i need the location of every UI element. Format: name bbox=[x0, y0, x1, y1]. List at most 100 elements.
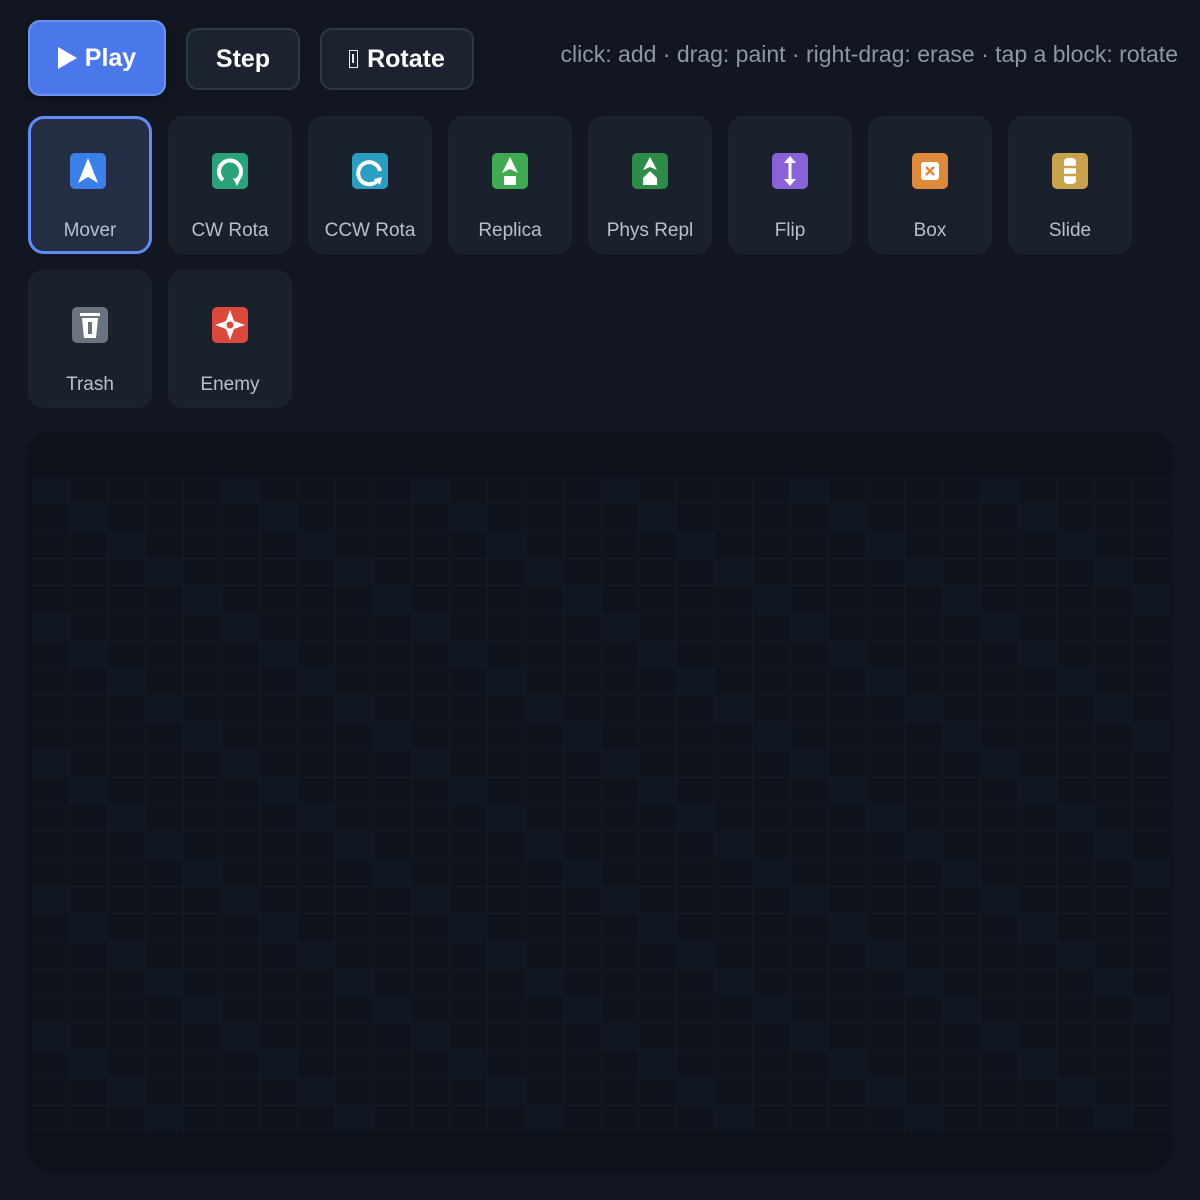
board-cell[interactable] bbox=[867, 1078, 905, 1105]
board-cell[interactable] bbox=[601, 723, 639, 750]
board-cell[interactable] bbox=[107, 1105, 145, 1132]
board-cell[interactable] bbox=[525, 477, 563, 504]
board-cell[interactable] bbox=[183, 777, 221, 804]
board-cell[interactable] bbox=[1057, 477, 1095, 504]
board-cell[interactable] bbox=[829, 887, 867, 914]
board-cell[interactable] bbox=[1095, 723, 1133, 750]
board-cell[interactable] bbox=[1019, 1078, 1057, 1105]
board-cell[interactable] bbox=[1019, 559, 1057, 586]
board-cell[interactable] bbox=[867, 1023, 905, 1050]
board-cell[interactable] bbox=[69, 613, 107, 640]
board-cell[interactable] bbox=[69, 668, 107, 695]
board-cell[interactable] bbox=[943, 1051, 981, 1078]
board-cell[interactable] bbox=[867, 777, 905, 804]
board-cell[interactable] bbox=[1095, 805, 1133, 832]
board-cell[interactable] bbox=[677, 832, 715, 859]
board-cell[interactable] bbox=[335, 996, 373, 1023]
board-cell[interactable] bbox=[335, 969, 373, 996]
board-cell[interactable] bbox=[981, 1023, 1019, 1050]
board-cell[interactable] bbox=[677, 641, 715, 668]
board-cell[interactable] bbox=[297, 1105, 335, 1132]
board-cell[interactable] bbox=[829, 1078, 867, 1105]
board-cell[interactable] bbox=[487, 1105, 525, 1132]
board-cell[interactable] bbox=[1133, 641, 1170, 668]
board-cell[interactable] bbox=[335, 695, 373, 722]
board-cell[interactable] bbox=[145, 941, 183, 968]
board-cell[interactable] bbox=[715, 586, 753, 613]
board-cell[interactable] bbox=[677, 723, 715, 750]
board-cell[interactable] bbox=[221, 559, 259, 586]
board-cell[interactable] bbox=[1133, 832, 1170, 859]
board-cell[interactable] bbox=[1095, 750, 1133, 777]
board-cell[interactable] bbox=[449, 531, 487, 558]
board-cell[interactable] bbox=[601, 969, 639, 996]
board-cell[interactable] bbox=[373, 641, 411, 668]
board-cell[interactable] bbox=[32, 531, 69, 558]
board-cell[interactable] bbox=[639, 613, 677, 640]
board-cell[interactable] bbox=[905, 723, 943, 750]
board-cell[interactable] bbox=[1095, 996, 1133, 1023]
board-cell[interactable] bbox=[32, 1078, 69, 1105]
board-cell[interactable] bbox=[1019, 1051, 1057, 1078]
palette-tile-phys-repl[interactable]: Phys Repl bbox=[588, 116, 712, 254]
board-cell[interactable] bbox=[107, 586, 145, 613]
board-cell[interactable] bbox=[1057, 859, 1095, 886]
board-cell[interactable] bbox=[905, 1078, 943, 1105]
board-cell[interactable] bbox=[183, 1023, 221, 1050]
board-cell[interactable] bbox=[487, 996, 525, 1023]
board-cell[interactable] bbox=[639, 941, 677, 968]
board-cell[interactable] bbox=[981, 859, 1019, 886]
board-cell[interactable] bbox=[221, 723, 259, 750]
board-cell[interactable] bbox=[107, 750, 145, 777]
board-cell[interactable] bbox=[905, 641, 943, 668]
board-cell[interactable] bbox=[373, 1105, 411, 1132]
board-cell[interactable] bbox=[1057, 504, 1095, 531]
board-cell[interactable] bbox=[1057, 1051, 1095, 1078]
board-cell[interactable] bbox=[829, 1051, 867, 1078]
board-cell[interactable] bbox=[753, 586, 791, 613]
board-cell[interactable] bbox=[677, 531, 715, 558]
board-cell[interactable] bbox=[449, 723, 487, 750]
board-cell[interactable] bbox=[1095, 531, 1133, 558]
board-cell[interactable] bbox=[145, 586, 183, 613]
board-cell[interactable] bbox=[259, 1078, 297, 1105]
board-cell[interactable] bbox=[1019, 914, 1057, 941]
board-cell[interactable] bbox=[867, 1051, 905, 1078]
board-cell[interactable] bbox=[1019, 1023, 1057, 1050]
board-cell[interactable] bbox=[411, 832, 449, 859]
board-cell[interactable] bbox=[145, 914, 183, 941]
board-cell[interactable] bbox=[145, 613, 183, 640]
board-cell[interactable] bbox=[1019, 859, 1057, 886]
board-cell[interactable] bbox=[32, 613, 69, 640]
board-cell[interactable] bbox=[639, 477, 677, 504]
board-cell[interactable] bbox=[297, 559, 335, 586]
board-cell[interactable] bbox=[1095, 668, 1133, 695]
palette-tile-flip[interactable]: Flip bbox=[728, 116, 852, 254]
board-cell[interactable] bbox=[145, 477, 183, 504]
board-cell[interactable] bbox=[1133, 887, 1170, 914]
board-cell[interactable] bbox=[107, 832, 145, 859]
step-button[interactable]: Step bbox=[186, 28, 300, 90]
board-cell[interactable] bbox=[32, 887, 69, 914]
board-cell[interactable] bbox=[373, 531, 411, 558]
board-cell[interactable] bbox=[1095, 941, 1133, 968]
board-cell[interactable] bbox=[867, 531, 905, 558]
board-cell[interactable] bbox=[145, 777, 183, 804]
board-cell[interactable] bbox=[487, 887, 525, 914]
board-cell[interactable] bbox=[1095, 777, 1133, 804]
board-cell[interactable] bbox=[525, 1078, 563, 1105]
board-cell[interactable] bbox=[259, 613, 297, 640]
board-cell[interactable] bbox=[1019, 805, 1057, 832]
board-cell[interactable] bbox=[563, 695, 601, 722]
board-cell[interactable] bbox=[639, 586, 677, 613]
board-cell[interactable] bbox=[1057, 777, 1095, 804]
board-cell[interactable] bbox=[449, 859, 487, 886]
board-cell[interactable] bbox=[981, 1105, 1019, 1132]
board-cell[interactable] bbox=[639, 559, 677, 586]
board-cell[interactable] bbox=[905, 695, 943, 722]
board-cell[interactable] bbox=[335, 531, 373, 558]
board-cell[interactable] bbox=[487, 586, 525, 613]
board-cell[interactable] bbox=[32, 1105, 69, 1132]
board-cell[interactable] bbox=[259, 887, 297, 914]
board-cell[interactable] bbox=[107, 941, 145, 968]
